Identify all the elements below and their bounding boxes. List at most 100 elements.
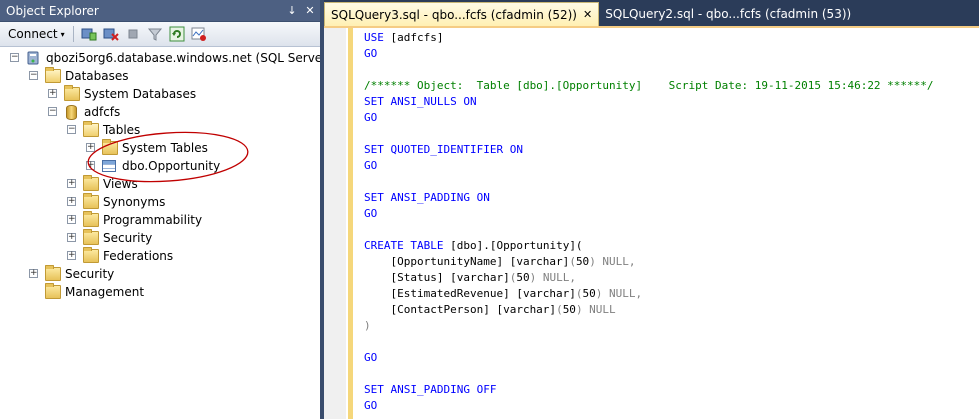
expand-icon[interactable]: + <box>48 89 57 98</box>
code-line: GO <box>364 47 378 60</box>
activity-monitor-icon[interactable] <box>190 25 208 43</box>
code-line: SET ANSI_PADDING ON <box>364 191 490 204</box>
tree-node-programmability[interactable]: + Programmability <box>0 211 320 229</box>
code-line: SET ANSI_NULLS ON <box>364 95 477 108</box>
code-line: SET ANSI_PADDING OFF <box>364 383 497 396</box>
tree-node-system-databases[interactable]: + System Databases <box>0 85 320 103</box>
tree-node-server[interactable]: − qbozi5org6.database.windows.net (SQL S… <box>0 49 320 67</box>
expand-icon[interactable]: + <box>86 161 95 170</box>
collapse-icon[interactable]: − <box>29 71 38 80</box>
tree-node-tables[interactable]: − Tables <box>0 121 320 139</box>
folder-icon <box>45 265 61 281</box>
database-icon <box>66 105 77 120</box>
tree-node-views[interactable]: + Views <box>0 175 320 193</box>
close-icon[interactable]: ✕ <box>583 8 592 21</box>
chevron-down-icon: ▾ <box>60 29 65 39</box>
object-explorer-tree: − qbozi5org6.database.windows.net (SQL S… <box>0 47 320 301</box>
code-line: [Status] [varchar](50) NULL, <box>364 271 576 284</box>
code-line: ) <box>364 319 371 332</box>
tree-node-label: System Databases <box>84 87 197 101</box>
tree-node-label: System Tables <box>122 141 208 155</box>
tree-node-system-tables[interactable]: + System Tables <box>0 139 320 157</box>
code-line: [OpportunityName] [varchar](50) NULL, <box>364 255 636 268</box>
expand-icon[interactable]: + <box>67 197 76 206</box>
collapse-icon[interactable]: − <box>48 107 57 116</box>
tree-node-label: Tables <box>103 123 141 137</box>
table-icon <box>102 160 116 172</box>
tree-node-label: adfcfs <box>84 105 121 119</box>
stop-icon[interactable] <box>124 25 142 43</box>
code-line: GO <box>364 159 378 172</box>
folder-icon <box>83 247 99 263</box>
connect-label: Connect <box>8 27 58 41</box>
expand-icon[interactable]: + <box>86 143 95 152</box>
code-line: SET QUOTED_IDENTIFIER ON <box>364 143 523 156</box>
expand-icon[interactable]: + <box>67 179 76 188</box>
tree-node-federations[interactable]: + Federations <box>0 247 320 265</box>
folder-open-icon <box>45 67 61 83</box>
connect-button[interactable]: Connect ▾ <box>4 24 69 44</box>
folder-icon <box>83 175 99 191</box>
tree-node-label: qbozi5org6.database.windows.net (SQL Ser… <box>46 51 320 65</box>
document-tab-strip: SQLQuery3.sql - qbo...fcfs (cfadmin (52)… <box>324 0 979 26</box>
object-explorer-toolbar: Connect ▾ <box>0 22 320 47</box>
folder-icon <box>102 139 118 155</box>
tree-node-label: Views <box>103 177 138 191</box>
tree-node-adfcfs[interactable]: − adfcfs <box>0 103 320 121</box>
tree-node-synonyms[interactable]: + Synonyms <box>0 193 320 211</box>
folder-icon <box>83 229 99 245</box>
code-comment: /****** Object: Table [dbo].[Opportunity… <box>364 79 934 92</box>
tree-node-db-security[interactable]: + Security <box>0 229 320 247</box>
collapse-icon[interactable]: − <box>67 125 76 134</box>
filter-icon[interactable] <box>146 25 164 43</box>
tab-sqlquery2[interactable]: SQLQuery2.sql - qbo...fcfs (cfadmin (53)… <box>599 2 857 26</box>
expand-icon[interactable]: + <box>67 215 76 224</box>
editor-change-bar <box>348 28 353 419</box>
tab-sqlquery3[interactable]: SQLQuery3.sql - qbo...fcfs (cfadmin (52)… <box>324 2 600 26</box>
pin-icon[interactable]: ↓ <box>284 4 300 17</box>
tree-node-databases[interactable]: − Databases <box>0 67 320 85</box>
sql-editor[interactable]: USE [adfcfs] GO /****** Object: Table [d… <box>324 26 979 419</box>
code-line: GO <box>364 399 378 412</box>
tree-node-label: Security <box>65 267 115 281</box>
tree-node-label: Databases <box>65 69 129 83</box>
tree-node-label: Federations <box>103 249 174 263</box>
folder-icon <box>45 283 61 299</box>
code-line: GO <box>364 207 378 220</box>
tree-node-label: dbo.Opportunity <box>122 159 221 173</box>
toolbar-separator <box>72 26 74 42</box>
tree-node-label: Management <box>65 285 145 299</box>
code-line: USE [adfcfs] <box>364 31 444 44</box>
object-explorer-titlebar: Object Explorer ↓ ✕ <box>0 0 320 22</box>
code-line: /****** Object: Table [dbo].[Opportunity… <box>364 78 934 94</box>
tree-node-server-security[interactable]: + Security <box>0 265 320 283</box>
disconnect-icon[interactable] <box>102 25 120 43</box>
tree-node-opportunity-table[interactable]: + dbo.Opportunity <box>0 157 320 175</box>
expand-icon[interactable]: + <box>29 269 38 278</box>
expand-icon[interactable]: + <box>67 251 76 260</box>
tree-node-label: Synonyms <box>103 195 166 209</box>
folder-open-icon <box>83 121 99 137</box>
code-line: GO <box>364 351 378 364</box>
code-line: CREATE TABLE [dbo].[Opportunity]( <box>364 239 583 252</box>
editor-margin <box>324 28 346 419</box>
object-explorer-panel: Object Explorer ↓ ✕ Connect ▾ − qbozi5or… <box>0 0 320 419</box>
tab-label: SQLQuery2.sql - qbo...fcfs (cfadmin (53)… <box>605 7 852 21</box>
code-area[interactable]: USE [adfcfs] GO /****** Object: Table [d… <box>364 30 934 414</box>
expand-icon[interactable]: + <box>67 233 76 242</box>
refresh-icon[interactable] <box>168 25 186 43</box>
code-line: [ContactPerson] [varchar](50) NULL <box>364 303 616 316</box>
connect-object-explorer-icon[interactable] <box>80 25 98 43</box>
collapse-icon[interactable]: − <box>10 53 19 62</box>
tree-node-management[interactable]: Management <box>0 283 320 301</box>
folder-icon <box>64 85 80 101</box>
folder-icon <box>83 193 99 209</box>
close-icon[interactable]: ✕ <box>302 4 318 17</box>
object-explorer-title: Object Explorer <box>6 3 99 18</box>
